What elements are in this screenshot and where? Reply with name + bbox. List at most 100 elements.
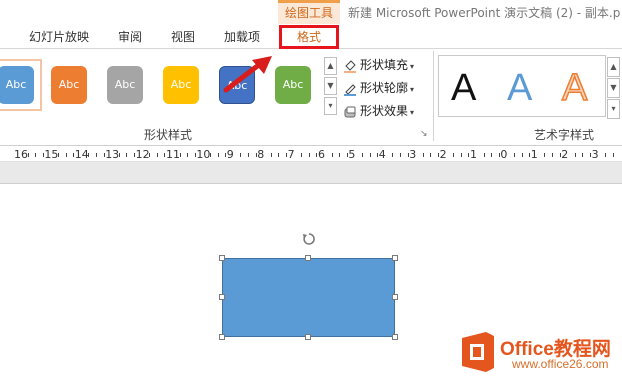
ruler-tick [301,153,303,157]
ruler-tick [460,153,462,157]
resize-handle[interactable] [219,255,225,261]
ruler-label: 12 [135,148,150,161]
resize-handle[interactable] [392,255,398,261]
gallery-scroll-up[interactable]: ▲ [324,57,337,75]
shape-style-swatch[interactable]: Abc [107,66,143,104]
ruler-tick [582,153,584,157]
ruler-tick [362,153,363,157]
wordart-scroll-up[interactable]: ▲ [607,57,620,77]
watermark-url: www.office26.com [512,357,609,371]
dialog-launcher-icon[interactable]: ↘ [420,129,428,139]
ruler-label: 1 [470,148,477,161]
ruler-tick [544,153,546,157]
ruler-tick [331,153,333,157]
ruler-tick [270,153,272,157]
ruler-label: 5 [348,148,356,161]
ruler-label: 14 [74,148,89,161]
rotate-handle-icon[interactable] [302,232,316,246]
tab-slideshow[interactable]: 幻灯片放映 [29,28,89,45]
group-separator [433,51,434,141]
ruler-label: 8 [257,148,265,161]
ruler-tick [35,153,37,157]
ruler-label: 10 [196,148,211,161]
ruler-tick [126,153,128,157]
wordart-styles-group-label: 艺术字样式 [534,128,595,142]
gallery-more-button[interactable]: ▾ [324,97,337,115]
ruler-tick [179,153,181,157]
ruler-label: 2 [439,148,447,161]
ruler-label: 9 [226,148,234,161]
ruler-tick [278,153,280,157]
resize-handle[interactable] [392,294,398,300]
shape-style-swatch[interactable]: Abc [163,66,199,104]
shape-outline-button[interactable]: 形状轮廓 ▾ [343,79,414,96]
ruler-tick [96,153,97,157]
tab-format[interactable]: 格式 [279,25,339,49]
resize-handle[interactable] [219,294,225,300]
ruler-tick [521,153,523,157]
ruler-label: 3 [591,148,599,161]
ruler-tick [118,153,120,157]
tab-format-label: 格式 [296,30,321,44]
ruler-tick [574,153,576,157]
tab-view[interactable]: 视图 [171,28,195,45]
red-arrow-icon [223,56,272,93]
ruler-label: 1 [530,148,538,161]
gallery-scroll-down[interactable]: ▼ [324,77,337,95]
ruler-tick [605,153,607,157]
ruler-tick [552,153,553,157]
ruler-tick [483,153,485,157]
ruler-tick [88,153,90,157]
ruler-tick [514,153,515,157]
shape-style-swatch[interactable]: Abc [0,66,34,104]
selected-rectangle-shape[interactable] [222,258,395,337]
tab-review[interactable]: 审阅 [118,28,142,45]
ruler-label: 6 [318,148,325,161]
ruler-label: 0 [500,148,508,161]
ruler-tick [453,153,455,157]
ruler-label: 2 [561,148,569,161]
shape-style-swatch[interactable]: Abc [51,66,87,104]
ruler-tick [27,153,29,157]
shape-fill-button[interactable]: 形状填充 ▾ [343,56,414,73]
shape-effects-icon [343,105,357,119]
paint-bucket-icon [343,59,357,73]
ruler-tick [491,153,493,157]
ruler-tick [149,153,151,157]
ruler-tick [65,153,67,157]
ruler-tick [308,153,310,157]
document-title: 新建 Microsoft PowerPoint 演示文稿 (2) - 副本.p [348,6,621,20]
pencil-outline-icon [343,82,357,96]
resize-handle[interactable] [305,255,311,261]
ruler-tick [156,153,158,157]
wordart-scroll-down[interactable]: ▼ [607,78,620,98]
wordart-sample-black[interactable]: A [451,66,476,110]
wordart-more-button[interactable]: ▾ [607,99,620,119]
ruler-label: 13 [105,148,120,161]
ruler-tick [217,153,219,157]
ruler-tick [240,153,242,157]
shape-effects-button[interactable]: 形状效果 ▾ [343,102,414,119]
ruler-tick [187,153,189,157]
shape-styles-group-label: 形状样式 [144,128,193,142]
resize-handle[interactable] [392,334,398,340]
resize-handle[interactable] [305,334,311,340]
ruler-tick [392,153,394,157]
drawing-tools-label: 绘图工具 [284,6,333,20]
ruler-tick [339,153,341,157]
ruler-label: 4 [378,148,386,161]
ruler-tick [58,153,59,157]
wordart-sample-blue[interactable]: A [507,66,532,110]
wordart-sample-orange[interactable]: A [561,66,588,110]
resize-handle[interactable] [219,334,225,340]
ruler-tick [248,153,249,157]
ruler-label: 3 [409,148,417,161]
shape-style-swatch[interactable]: Abc [275,66,311,104]
office-logo-icon [462,332,494,372]
ruler-tick [430,153,432,157]
drawing-tools-context-group: 绘图工具 [278,0,340,24]
tab-addins[interactable]: 加载项 [224,28,260,45]
ruler-tick [422,153,424,157]
ruler-label: 16 [14,148,28,161]
ruler-label: 7 [287,148,295,161]
